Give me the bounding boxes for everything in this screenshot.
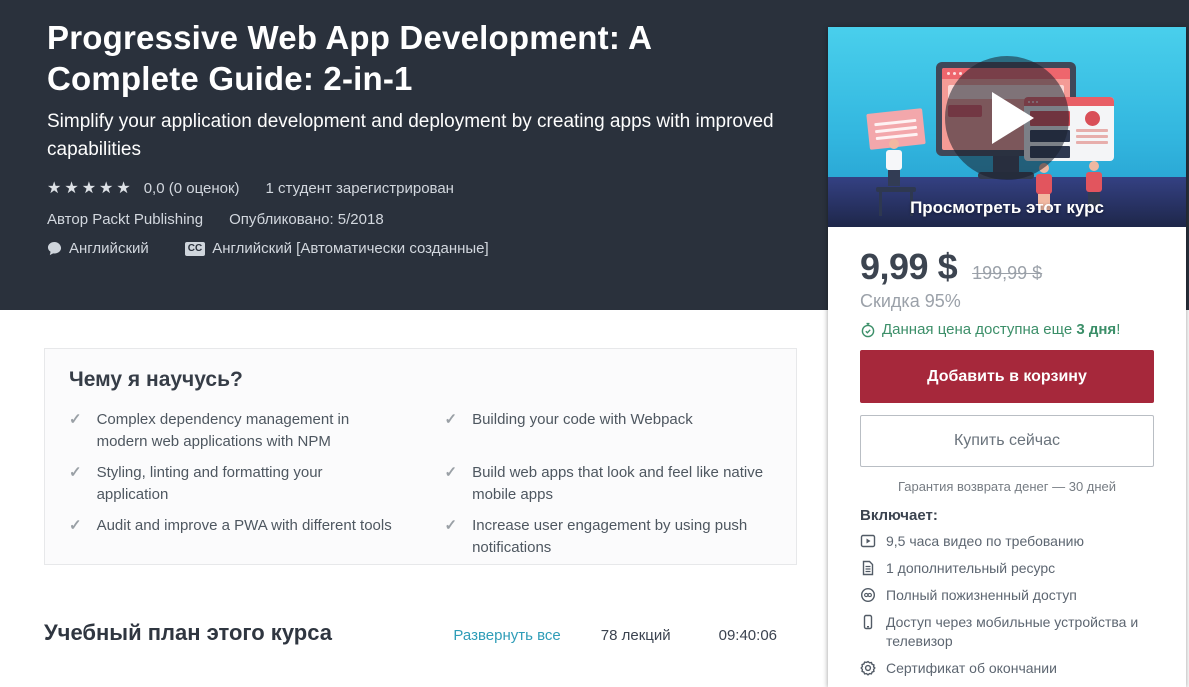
learn-item: ✓ Building your code with Webpack bbox=[445, 409, 773, 452]
include-item: Доступ через мобильные устройства и теле… bbox=[860, 613, 1154, 651]
money-back-guarantee: Гарантия возврата денег — 30 дней bbox=[860, 479, 1154, 494]
audio-language: Английский bbox=[47, 240, 149, 257]
curriculum-title: Учебный план этого курса bbox=[44, 620, 332, 646]
buy-now-button[interactable]: Купить сейчас bbox=[860, 415, 1154, 467]
published-date: Опубликовано: 5/2018 bbox=[229, 211, 384, 228]
includes-title: Включает: bbox=[860, 507, 1154, 524]
include-item-text: Доступ через мобильные устройства и теле… bbox=[886, 613, 1154, 651]
illustration-person bbox=[886, 139, 902, 186]
course-preview[interactable]: Просмотреть этот курс bbox=[828, 27, 1186, 227]
deal-countdown: Данная цена доступна еще 3 дня! bbox=[860, 321, 1154, 338]
include-item: Сертификат об окончании bbox=[860, 659, 1154, 678]
learn-item-text: Styling, linting and formatting your app… bbox=[97, 462, 397, 505]
course-subtitle: Simplify your application development an… bbox=[47, 108, 787, 164]
captions-language: CC Английский [Автоматически созданные] bbox=[185, 240, 489, 257]
total-duration: 09:40:06 bbox=[719, 627, 777, 644]
learn-item-text: Complex dependency management in modern … bbox=[97, 409, 397, 452]
captions-label: Английский [Автоматически созданные] bbox=[212, 240, 488, 257]
audio-language-label: Английский bbox=[69, 240, 149, 257]
price-row: 9,99 $ 199,99 $ bbox=[860, 246, 1154, 288]
check-icon: ✓ bbox=[445, 409, 458, 452]
preview-course-label: Просмотреть этот курс bbox=[828, 198, 1186, 218]
curriculum-header-row: Учебный план этого курса Развернуть все … bbox=[44, 620, 799, 646]
include-item-text: 1 дополнительный ресурс bbox=[886, 559, 1055, 578]
stopwatch-icon bbox=[860, 322, 876, 338]
page-title: Progressive Web App Development: A Compl… bbox=[47, 17, 787, 99]
include-item-text: Сертификат об окончании bbox=[886, 659, 1057, 678]
mobile-icon bbox=[860, 614, 876, 630]
include-item-text: 9,5 часа видео по требованию bbox=[886, 532, 1084, 551]
author-prefix: Автор bbox=[47, 211, 88, 228]
lifetime-access-icon bbox=[860, 587, 876, 603]
video-icon bbox=[860, 533, 876, 549]
deal-text: Данная цена доступна еще 3 дня! bbox=[882, 321, 1120, 338]
check-icon: ✓ bbox=[445, 462, 458, 505]
speech-bubble-icon bbox=[47, 241, 62, 256]
what-you-learn-title: Чему я научусь? bbox=[69, 368, 772, 392]
discount-label: Скидка 95% bbox=[860, 291, 1154, 312]
include-item: Полный пожизненный доступ bbox=[860, 586, 1154, 605]
check-icon: ✓ bbox=[445, 515, 458, 558]
rating-text: 0,0 (0 оценок) bbox=[144, 180, 240, 197]
learn-item-text: Increase user engagement by using push n… bbox=[472, 515, 772, 558]
learn-item: ✓ Complex dependency management in moder… bbox=[69, 409, 397, 452]
what-you-learn-box: Чему я научусь? ✓ Complex dependency man… bbox=[44, 348, 797, 565]
learn-item: ✓ Build web apps that look and feel like… bbox=[445, 462, 773, 505]
star-rating-icons: ★★★★★ bbox=[47, 178, 134, 198]
lectures-count: 78 лекций bbox=[601, 627, 671, 644]
play-button[interactable] bbox=[945, 56, 1069, 180]
check-icon: ✓ bbox=[69, 515, 82, 558]
expand-all-link[interactable]: Развернуть все bbox=[453, 627, 560, 644]
original-price: 199,99 $ bbox=[972, 263, 1042, 284]
learn-item-text: Build web apps that look and feel like n… bbox=[472, 462, 772, 505]
include-item: 9,5 часа видео по требованию bbox=[860, 532, 1154, 551]
learn-item: ✓ Audit and improve a PWA with different… bbox=[69, 515, 397, 558]
certificate-icon bbox=[860, 660, 876, 676]
include-item: 1 дополнительный ресурс bbox=[860, 559, 1154, 578]
current-price: 9,99 $ bbox=[860, 246, 957, 288]
play-icon bbox=[992, 92, 1034, 144]
learn-item: ✓ Increase user engagement by using push… bbox=[445, 515, 773, 558]
add-to-cart-button[interactable]: Добавить в корзину bbox=[860, 350, 1154, 403]
check-icon: ✓ bbox=[69, 409, 82, 452]
learn-item-text: Building your code with Webpack bbox=[472, 409, 693, 452]
check-icon: ✓ bbox=[69, 462, 82, 505]
purchase-card: Просмотреть этот курс 9,99 $ 199,99 $ Ск… bbox=[828, 27, 1186, 687]
file-icon bbox=[860, 560, 876, 576]
learn-item-text: Audit and improve a PWA with different t… bbox=[97, 515, 392, 558]
students-count: 1 студент зарегистрирован bbox=[266, 180, 454, 197]
cc-icon: CC bbox=[185, 242, 205, 256]
learn-item: ✓ Styling, linting and formatting your a… bbox=[69, 462, 397, 505]
author-link[interactable]: Packt Publishing bbox=[92, 211, 203, 228]
learn-grid: ✓ Complex dependency management in moder… bbox=[69, 409, 772, 558]
include-item-text: Полный пожизненный доступ bbox=[886, 586, 1077, 605]
